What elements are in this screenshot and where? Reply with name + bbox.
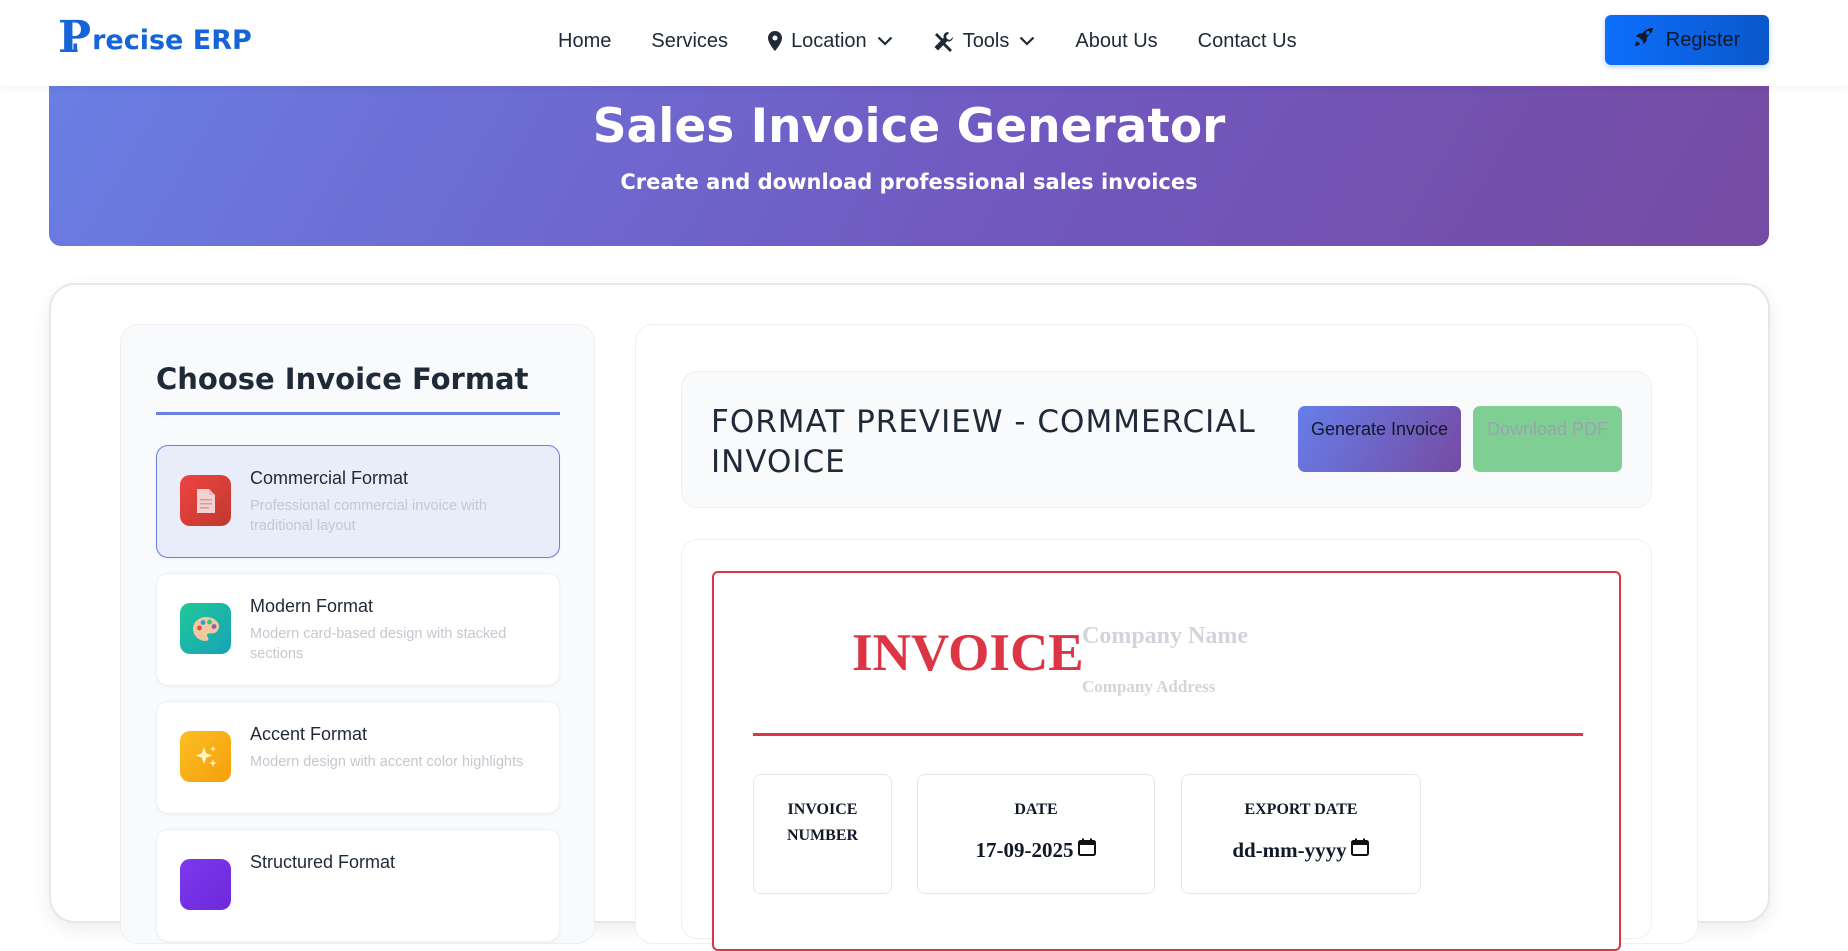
format-title: Structured Format [250,852,396,872]
nav-tools[interactable]: Tools [933,30,1036,53]
register-button[interactable]: Register [1605,15,1769,65]
format-description: Modern card-based design with stacked se… [250,626,507,662]
structured-icon [180,859,231,910]
nav-contact-label: Contact Us [1197,29,1297,52]
page-title: Sales Invoice Generator [592,99,1226,154]
nav-home[interactable]: Home [558,30,611,53]
nav-tools-label: Tools [962,29,1010,52]
sparkles-icon [180,731,231,782]
calendar-icon[interactable] [1074,837,1097,863]
format-description: Modern design with accent color highligh… [250,754,524,770]
nav-location[interactable]: Location [768,30,893,53]
logo-mark: P ▮▮ [58,12,92,63]
format-title: Modern Format [250,596,374,616]
download-pdf-button[interactable]: Download PDF [1473,406,1622,472]
brand-logo[interactable]: P ▮▮ recise ERP [58,12,252,63]
chevron-down-icon [877,36,893,46]
register-label: Register [1665,28,1741,51]
date-box: DATE 17-09-2025 [917,774,1155,894]
chevron-down-icon [1019,36,1035,46]
page-subtitle: Create and download professional sales i… [620,170,1198,194]
invoice-number-box: INVOICE NUMBER [753,774,892,894]
format-chooser-heading: Choose Invoice Format [156,362,529,396]
company-name-field[interactable]: Company Name [1082,623,1248,650]
palette-icon [180,603,231,654]
nav-home-label: Home [558,29,612,52]
format-option-structured[interactable]: Structured Format [156,829,560,942]
nav-location-label: Location [791,29,867,52]
preview-title: FORMAT PREVIEW - COMMERCIAL INVOICE [711,404,1256,480]
export-date-box: EXPORT DATE dd-mm-yyyy [1181,774,1421,894]
hero-banner: Sales Invoice Generator Create and downl… [49,86,1769,246]
format-option-commercial[interactable]: Commercial Format Professional commercia… [156,445,560,558]
generate-invoice-button[interactable]: Generate Invoice [1298,406,1461,472]
export-date-value: dd-mm-yyyy [1232,837,1347,862]
invoice-title: INVOICE [852,624,1084,682]
rocket-icon [1634,27,1654,53]
heading-underline [156,412,560,415]
main-nav: Home Services Location Tools About Us Co… [558,26,1337,56]
document-icon [180,475,231,526]
invoice-divider [753,733,1583,736]
tools-icon [933,31,954,52]
calendar-icon[interactable] [1347,837,1370,863]
invoice-document: INVOICE Company Name Company Address INV… [712,571,1621,951]
nav-contact[interactable]: Contact Us [1198,30,1297,53]
nav-about-label: About Us [1075,29,1158,52]
format-option-modern[interactable]: Modern Format Modern card-based design w… [156,573,560,686]
nav-about[interactable]: About Us [1075,30,1157,53]
nav-services[interactable]: Services [651,30,728,53]
map-marker-icon [768,31,783,51]
invoice-number-label: INVOICE NUMBER [786,801,859,844]
logo-text: recise ERP [92,25,252,56]
top-navbar: P ▮▮ recise ERP Home Services Location To… [0,0,1848,86]
format-description: Professional commercial invoice with tra… [250,498,487,534]
format-chooser-panel: Choose Invoice Format Commercial Format … [120,324,595,944]
format-title: Commercial Format [250,468,409,488]
format-title: Accent Format [250,724,368,744]
export-date-input[interactable]: dd-mm-yyyy [1182,837,1420,863]
company-address-field[interactable]: Company Address [1082,677,1215,697]
preview-header: FORMAT PREVIEW - COMMERCIAL INVOICE Gene… [681,371,1652,508]
date-input[interactable]: 17-09-2025 [918,837,1154,863]
export-date-label: EXPORT DATE [1244,801,1358,818]
date-label: DATE [1014,801,1058,818]
nav-services-label: Services [651,29,729,52]
date-value: 17-09-2025 [975,837,1074,862]
format-option-accent[interactable]: Accent Format Modern design with accent … [156,701,560,814]
